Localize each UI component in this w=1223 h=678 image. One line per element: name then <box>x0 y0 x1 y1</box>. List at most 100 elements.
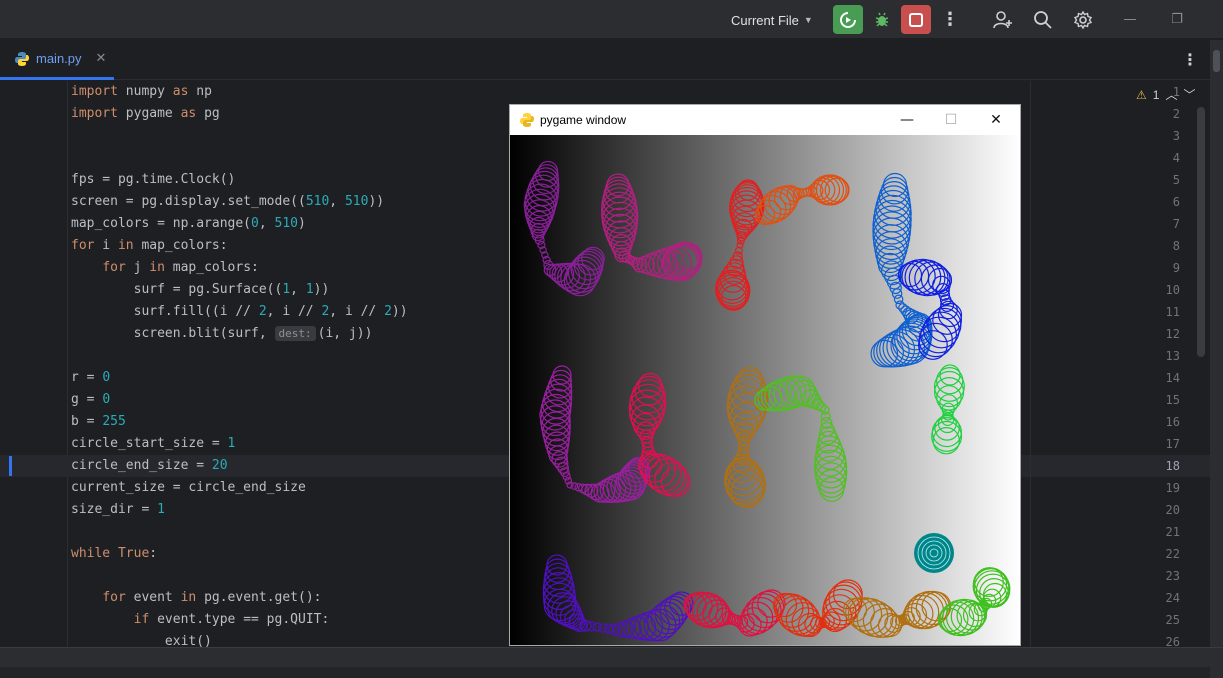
code-text: import pygame as pg <box>71 106 220 121</box>
line-number: 22 <box>1165 547 1180 561</box>
line-number: 23 <box>1165 569 1180 583</box>
tab-main-py[interactable]: main.py ✕ <box>0 40 114 80</box>
code-text: while True: <box>71 546 158 561</box>
pygame-window-title: pygame window <box>540 113 627 127</box>
kebab-menu-icon: ⋮ <box>941 9 959 30</box>
right-tool-strip <box>1210 40 1223 678</box>
maximize-icon: ☐ <box>944 112 958 128</box>
rerun-icon <box>840 11 856 28</box>
drawing-circles <box>523 160 1011 642</box>
minimize-button[interactable]: — <box>1118 8 1142 30</box>
line-number: 18 <box>1165 459 1180 473</box>
bug-icon <box>875 12 889 27</box>
close-icon: ✕ <box>990 112 1002 128</box>
trail-circle <box>901 259 936 294</box>
python-icon <box>520 113 534 127</box>
trail-circle <box>932 427 960 455</box>
code-text: import numpy as np <box>71 84 212 99</box>
line-number: 19 <box>1165 481 1180 495</box>
code-text: size_dir = 1 <box>71 502 165 517</box>
stop-button[interactable] <box>901 5 931 34</box>
trail-circle <box>730 475 764 508</box>
stop-icon <box>909 12 923 27</box>
code-with-me-button[interactable] <box>988 5 1018 34</box>
code-text: screen = pg.display.set_mode((510, 510)) <box>71 194 385 209</box>
trail-circle <box>738 613 762 637</box>
close-icon[interactable]: ✕ <box>96 51 107 66</box>
debug-button[interactable] <box>867 5 897 34</box>
parameter-hint: dest: <box>274 326 316 341</box>
editor-tab-bar: main.py ✕ ⋮ <box>0 40 1210 80</box>
pygame-close-button[interactable]: ✕ <box>974 109 1018 131</box>
code-text: surf = pg.Surface((1, 1)) <box>71 282 330 297</box>
ide-window: Current File ▼ ⋮ — ❐ main.py ✕ ⋮ 1 impor… <box>0 0 1223 678</box>
search-icon <box>1034 10 1052 29</box>
more-actions-button[interactable]: ⋮ <box>935 5 965 34</box>
pygame-maximize-button[interactable]: ☐ <box>929 109 973 131</box>
line-number: 17 <box>1165 437 1180 451</box>
pygame-minimize-button[interactable]: — <box>885 109 929 131</box>
code-text: for event in pg.event.get(): <box>102 590 322 605</box>
pygame-title-bar[interactable]: pygame window — ☐ ✕ <box>510 105 1020 135</box>
tool-strip-scroll-thumb[interactable] <box>1213 50 1220 72</box>
teal-dot <box>914 533 954 573</box>
warning-count: 1 <box>1152 87 1160 102</box>
pygame-window[interactable]: pygame window — ☐ ✕ <box>510 105 1020 645</box>
previous-highlight-icon[interactable]: ︿ <box>1165 86 1177 103</box>
code-text: for i in map_colors: <box>71 238 228 253</box>
code-text: current_size = circle_end_size <box>71 480 306 495</box>
code-text: if event.type == pg.QUIT: <box>133 612 330 627</box>
next-highlight-icon[interactable]: ﹀ <box>1183 86 1195 103</box>
code-text: for j in map_colors: <box>102 260 259 275</box>
pygame-canvas[interactable] <box>510 135 1020 645</box>
trail-circle <box>893 294 904 305</box>
line-number: 20 <box>1165 503 1180 517</box>
chevron-down-icon: ▼ <box>803 15 813 25</box>
code-text: fps = pg.time.Clock() <box>71 172 236 187</box>
tab-label: main.py <box>36 51 82 66</box>
code-text: screen.blit(surf, dest: (i, j)) <box>71 326 373 341</box>
code-text: circle_start_size = 1 <box>71 436 236 451</box>
restore-icon: ❐ <box>1171 11 1183 27</box>
editor-scrollbar[interactable] <box>1197 107 1205 357</box>
python-file-icon <box>15 51 29 66</box>
warning-icon: ⚠ <box>1136 87 1147 102</box>
gear-icon <box>1073 10 1093 29</box>
right-margin-guide <box>1030 81 1031 647</box>
minimize-icon: — <box>1123 11 1137 27</box>
code-line[interactable]: 1 import numpy as np <box>0 81 1210 103</box>
trail-circle <box>602 207 638 243</box>
status-bar <box>0 647 1223 678</box>
line-number: 24 <box>1165 591 1180 605</box>
line-number: 14 <box>1165 371 1180 385</box>
inspection-widget[interactable]: ⚠ 1 ︿ ﹀ <box>1136 86 1195 103</box>
minimize-icon: — <box>900 112 914 128</box>
trail-circle <box>601 187 637 223</box>
trail-circle <box>654 462 689 497</box>
trail-circle <box>795 384 819 408</box>
code-text: circle_end_size = 20 <box>71 458 228 473</box>
line-number: 15 <box>1165 393 1180 407</box>
code-text: g = 0 <box>71 392 111 407</box>
add-user-icon <box>993 10 1012 28</box>
code-text: surf.fill((i // 2, i // 2, i // 2)) <box>71 304 408 319</box>
settings-button[interactable] <box>1068 5 1098 34</box>
line-number: 16 <box>1165 415 1180 429</box>
run-configuration-selector[interactable]: Current File ▼ <box>724 9 820 31</box>
code-text: b = 255 <box>71 414 126 429</box>
horizontal-scrollbar[interactable] <box>0 667 1210 678</box>
change-marker <box>9 456 12 476</box>
main-toolbar: Current File ▼ ⋮ — ❐ <box>0 0 1223 39</box>
tab-options-button[interactable]: ⋮ <box>1182 50 1198 69</box>
rerun-button[interactable] <box>833 5 863 34</box>
trail-circle <box>541 388 572 419</box>
line-number: 25 <box>1165 613 1180 627</box>
restore-button[interactable]: ❐ <box>1165 8 1189 30</box>
code-text: r = 0 <box>71 370 111 385</box>
line-number: 26 <box>1165 635 1180 647</box>
trail-circle <box>708 603 732 627</box>
search-everywhere-button[interactable] <box>1028 5 1058 34</box>
kebab-menu-icon: ⋮ <box>1182 50 1198 69</box>
trail-circle <box>933 370 965 402</box>
line-number: 21 <box>1165 525 1180 539</box>
